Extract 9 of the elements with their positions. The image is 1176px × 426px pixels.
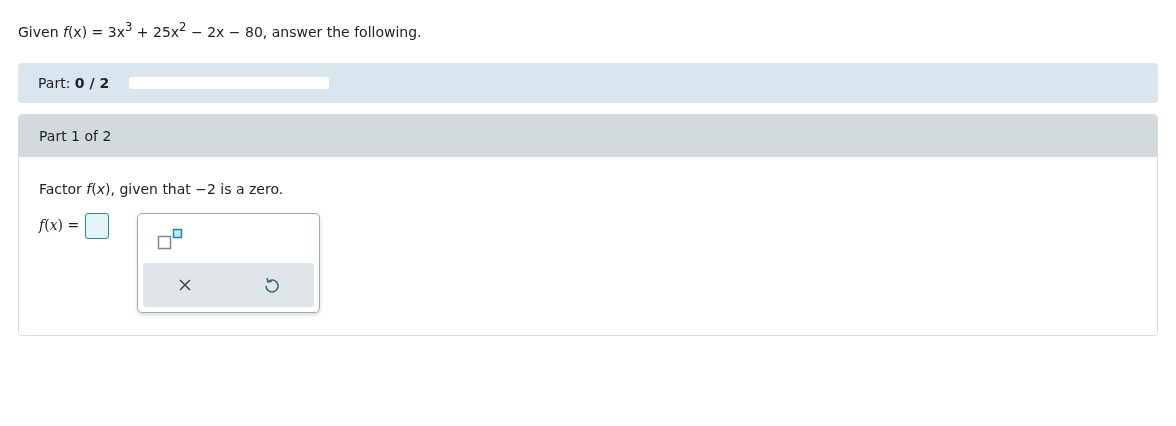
undo-icon <box>262 276 279 294</box>
progress-label: Part: 0 / 2 <box>38 75 110 91</box>
prompt-text: Factor f(x), given that −2 is a zero. <box>39 181 285 197</box>
part-header: Part 1 of 2 <box>19 115 1157 157</box>
close-icon <box>178 278 193 292</box>
exponent-icon <box>157 228 184 250</box>
answer-field[interactable] <box>85 213 110 239</box>
answer-label: f(x) = <box>39 217 80 233</box>
question-text: Given f(x) = 3x$^{3}$ + 25x$^{2}$ − 2x − 80, answer the following. <box>18 19 423 42</box>
